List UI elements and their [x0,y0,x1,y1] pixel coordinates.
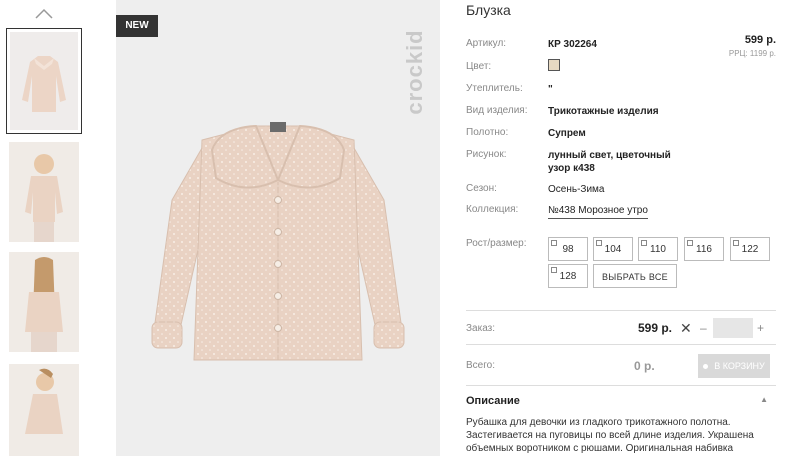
rrc-price: РРЦ: 1199 р. [728,49,776,58]
size-option-116[interactable]: 116 [684,237,724,261]
size-option-104[interactable]: 104 [593,237,633,261]
checkbox-icon [641,240,647,246]
model-side-image [9,364,79,456]
attr-label: Утеплитель: [466,83,523,94]
quantity-input[interactable] [713,318,753,338]
cart-icon [703,364,709,370]
size-label: Рост/размер: [466,238,527,249]
divider [466,344,776,345]
attr-value: Трикотажные изделия [548,106,659,117]
thumbnail-column [0,0,90,456]
checkbox-icon [733,240,739,246]
product-info-panel: Блузка 599 р. РРЦ: 1199 р. Артикул: КР 3… [466,0,776,456]
order-label: Заказ: [466,323,496,334]
size-option-128[interactable]: 128 [548,264,588,288]
model-back-image [9,252,79,352]
thumbnail-3[interactable] [9,252,79,352]
decrease-quantity-button[interactable]: – [700,321,707,335]
chevron-up-icon[interactable]: ▲ [760,395,768,404]
total-label: Всего: [466,360,495,371]
description-text: Рубашка для девочки из гладкого трикотаж… [466,417,754,454]
add-to-cart-button[interactable]: В КОРЗИНУ [698,354,770,378]
attr-value: " [548,84,553,95]
increase-quantity-button[interactable]: + [757,321,764,335]
thumbnail-2[interactable] [9,142,79,242]
thumbnail-1[interactable] [6,28,82,134]
attr-label: Цвет: [466,61,492,72]
checkbox-icon [596,240,602,246]
order-price: 599 р. [638,321,673,335]
size-option-110[interactable]: 110 [638,237,678,261]
attr-label: Полотно: [466,127,509,138]
checkbox-icon [687,240,693,246]
description-heading[interactable]: Описание [466,395,520,407]
product-title: Блузка [466,2,511,18]
thumbnail-4[interactable] [9,364,79,456]
product-price: 599 р. [744,34,776,46]
chevron-up-icon[interactable] [34,6,54,20]
attr-label: Сезон: [466,183,497,194]
attr-label: Коллекция: [466,204,519,215]
model-front-image [9,142,79,242]
attr-label: Артикул: [466,38,507,49]
total-value: 0 р. [634,359,655,373]
divider [466,310,776,311]
close-icon[interactable]: ✕ [680,320,692,337]
size-option-122[interactable]: 122 [730,237,770,261]
attr-label: Вид изделия: [466,105,528,116]
attr-value: КР 302264 [548,39,597,50]
attr-value: Супрем [548,128,586,139]
attr-value: Осень-Зима [548,184,605,195]
size-option-98[interactable]: 98 [548,237,588,261]
collection-link[interactable]: №438 Морозное утро [548,204,648,219]
select-all-sizes-button[interactable]: ВЫБРАТЬ ВСЕ [593,264,677,288]
blouse-image [151,122,405,361]
color-swatch[interactable] [548,59,560,71]
attr-label: Рисунок: [466,149,507,160]
blouse-thumbnail-image [22,56,66,112]
checkbox-icon [551,267,557,273]
checkbox-icon [551,240,557,246]
attr-value: лунный свет, цветочный узор к438 [548,150,671,174]
main-product-image: NEW crockid [116,0,440,456]
divider [466,385,776,386]
